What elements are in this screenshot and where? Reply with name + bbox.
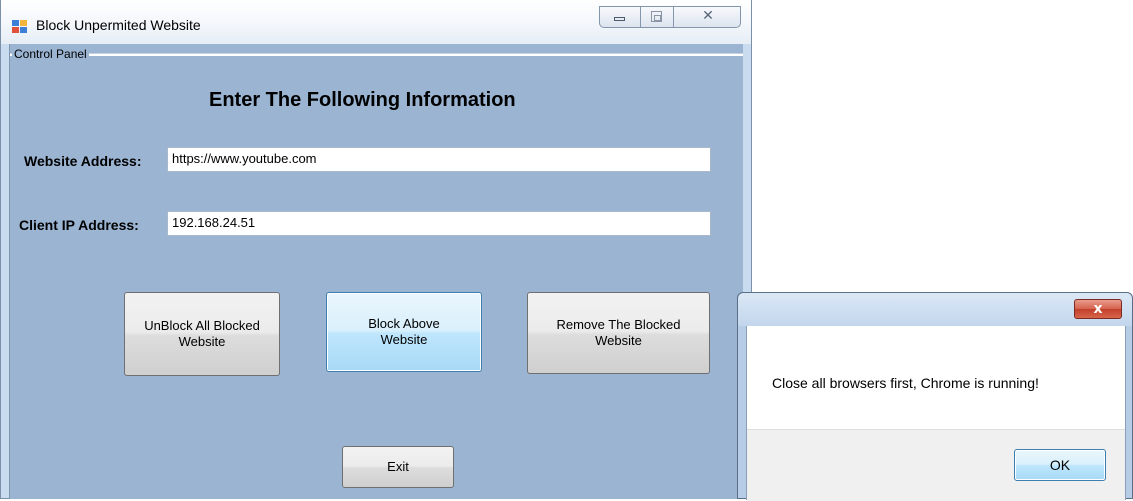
exit-button-label: Exit <box>387 459 409 474</box>
website-address-label: Website Address: <box>24 153 142 169</box>
main-window: Block Unpermited Website ✕ Control Panel… <box>0 0 752 499</box>
window-title: Block Unpermited Website <box>36 17 201 33</box>
caption-buttons: ✕ <box>599 6 741 28</box>
page-heading: Enter The Following Information <box>209 89 516 111</box>
close-icon: ✕ <box>702 8 714 24</box>
minimize-icon <box>614 17 625 21</box>
exit-button[interactable]: Exit <box>342 446 454 488</box>
ok-button-label: OK <box>1049 457 1071 473</box>
website-address-input[interactable]: https://www.youtube.com <box>167 147 711 172</box>
maximize-icon <box>651 11 662 22</box>
close-button[interactable]: ✕ <box>674 7 742 27</box>
remove-blocked-button-label: Remove The Blocked Website <box>556 317 681 348</box>
app-window-icon <box>12 20 28 34</box>
client-ip-input[interactable]: 192.168.24.51 <box>167 211 711 236</box>
minimize-button[interactable] <box>600 7 641 27</box>
close-icon: x <box>1093 301 1103 317</box>
form-client-area: Control Panel Enter The Following Inform… <box>9 44 743 499</box>
block-above-button[interactable]: Block Above Website <box>326 292 482 372</box>
unblock-all-button-label: UnBlock All Blocked Website <box>144 318 260 349</box>
groupbox-label: Control Panel <box>12 47 89 61</box>
maximize-button[interactable] <box>641 7 674 27</box>
block-above-button-label: Block Above Website <box>368 316 440 347</box>
remove-blocked-button[interactable]: Remove The Blocked Website <box>527 292 710 374</box>
message-box-close-button[interactable]: x <box>1074 299 1122 319</box>
groupbox-border <box>10 53 743 56</box>
message-box-title-bar[interactable]: x <box>738 293 1132 326</box>
message-box-body: Close all browsers first, Chrome is runn… <box>746 326 1126 501</box>
unblock-all-button[interactable]: UnBlock All Blocked Website <box>124 292 280 376</box>
title-bar[interactable]: Block Unpermited Website ✕ <box>1 0 751 44</box>
message-box: x Close all browsers first, Chrome is ru… <box>737 292 1133 501</box>
message-box-footer: OK <box>747 429 1125 501</box>
client-ip-label: Client IP Address: <box>19 217 139 233</box>
message-text: Close all browsers first, Chrome is runn… <box>772 375 1039 391</box>
ok-button[interactable]: OK <box>1014 449 1106 481</box>
